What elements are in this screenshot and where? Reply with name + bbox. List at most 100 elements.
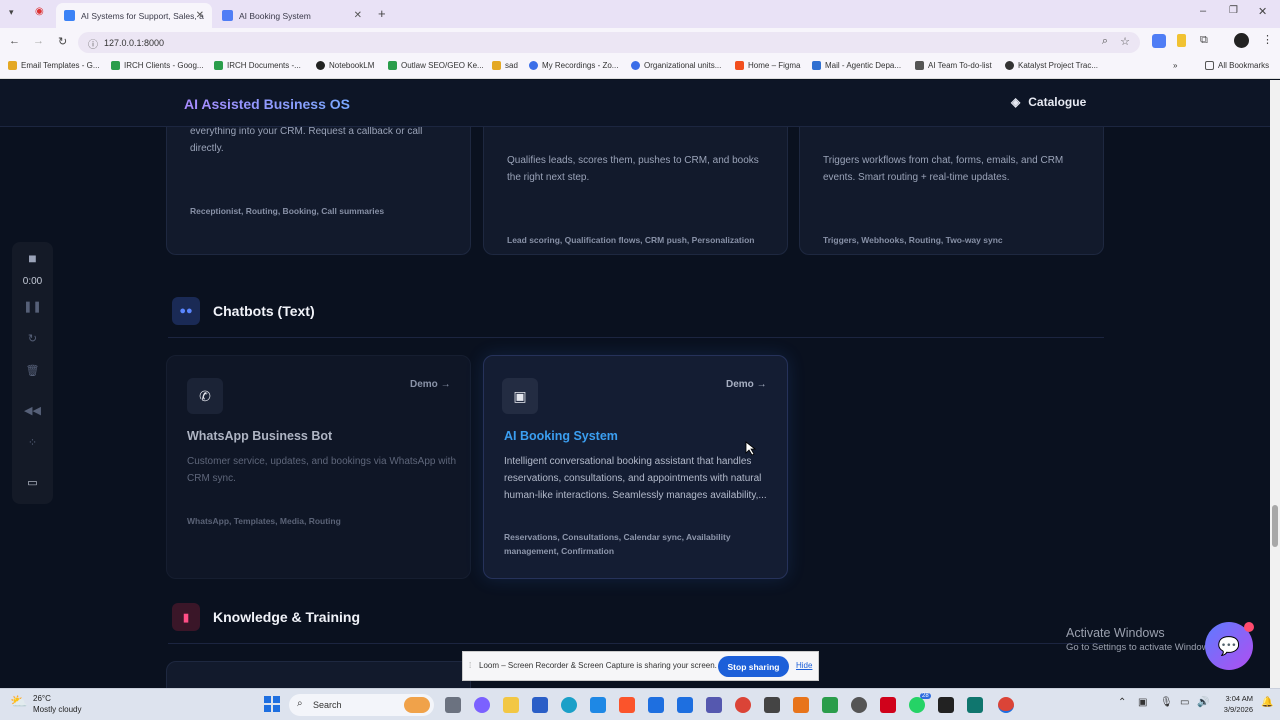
- bookmark-star-icon[interactable]: ☆: [1120, 35, 1130, 48]
- bookmark-item[interactable]: Outlaw SEO/GEO Ke...: [388, 61, 484, 70]
- bookmark-item[interactable]: IRCH Clients - Goog...: [111, 61, 204, 70]
- back-icon[interactable]: ←: [9, 35, 20, 47]
- store-icon[interactable]: [532, 697, 548, 713]
- grid-icon[interactable]: ⁘: [12, 436, 53, 449]
- volume-icon[interactable]: 🔊: [1197, 697, 1209, 708]
- scrollbar-thumb[interactable]: [1272, 505, 1278, 547]
- address-bar[interactable]: ⓘ 127.0.0.1:8000 ⌕ ☆: [78, 32, 1140, 53]
- bookmark-item[interactable]: sad: [492, 61, 518, 70]
- catalogue-link[interactable]: ◈ Catalogue: [1011, 95, 1086, 109]
- app-icon[interactable]: [851, 697, 867, 713]
- bookmark-item[interactable]: AI Team To-do-list: [915, 61, 992, 70]
- bookmarks-bar: Email Templates - G... IRCH Clients - Go…: [0, 56, 1280, 79]
- terminal-icon[interactable]: [967, 697, 983, 713]
- mouse-cursor: [745, 441, 757, 456]
- demo-link[interactable]: Demo →: [410, 379, 451, 390]
- drag-handle-icon[interactable]: ⁞: [469, 661, 471, 670]
- loom-extension-icon[interactable]: [1152, 34, 1166, 48]
- tab-ai-booking[interactable]: AI Booking System ✕: [214, 3, 370, 28]
- task-view-icon[interactable]: [445, 697, 461, 713]
- card-description: Qualifies leads, scores them, pushes to …: [507, 155, 759, 183]
- bookmark-item[interactable]: Home – Figma: [735, 61, 800, 70]
- google-icon: [631, 61, 640, 70]
- tab-strip: ▾ ◉ AI Systems for Support, Sales, a ✕ A…: [0, 0, 1280, 28]
- card-tags: Lead scoring, Qualification flows, CRM p…: [507, 235, 755, 245]
- app-icon[interactable]: [822, 697, 838, 713]
- restart-icon[interactable]: ↻: [12, 332, 53, 345]
- weather-desc[interactable]: Mostly cloudy: [33, 705, 81, 714]
- recording-timer: 0:00: [22, 276, 43, 287]
- copilot-icon[interactable]: [474, 697, 490, 713]
- extension-icon[interactable]: [1177, 34, 1186, 47]
- app-icon[interactable]: [793, 697, 809, 713]
- hide-link[interactable]: Hide: [796, 661, 812, 670]
- close-icon[interactable]: ✕: [196, 10, 204, 21]
- section-header-knowledge: ▮ Knowledge & Training: [172, 603, 360, 631]
- page-scrollbar[interactable]: [1270, 80, 1280, 688]
- snipping-tool-icon[interactable]: [764, 697, 780, 713]
- zoom-icon[interactable]: ⌕: [1102, 35, 1108, 48]
- chrome-active-icon[interactable]: [998, 697, 1014, 713]
- tab-search-icon[interactable]: ▾: [9, 7, 14, 18]
- app-icon[interactable]: [938, 697, 954, 713]
- network-icon[interactable]: ▭: [1180, 697, 1189, 708]
- forward-icon[interactable]: →: [33, 35, 44, 47]
- window-close-icon[interactable]: ✕: [1258, 5, 1267, 18]
- windows-start-icon[interactable]: [264, 696, 280, 712]
- file-explorer-icon[interactable]: [503, 697, 519, 713]
- taskbar-time[interactable]: 3:04 AM: [1219, 694, 1253, 703]
- taskbar-date[interactable]: 3/9/2026: [1213, 705, 1253, 714]
- notification-bell-icon[interactable]: 🔔: [1261, 697, 1273, 708]
- trash-icon[interactable]: 🗑: [12, 364, 53, 377]
- pause-icon[interactable]: ❚❚: [12, 300, 53, 313]
- stop-record-icon[interactable]: ■: [12, 250, 53, 266]
- tray-app-icon[interactable]: ▣: [1138, 697, 1147, 708]
- edge-icon[interactable]: [561, 697, 577, 713]
- whatsapp-bot-card[interactable]: ✆ Demo → WhatsApp Business Bot Customer …: [166, 355, 471, 579]
- chrome-icon[interactable]: [735, 697, 751, 713]
- app-icon[interactable]: [880, 697, 896, 713]
- microphone-icon[interactable]: 🎙: [1160, 697, 1173, 708]
- bookmark-item[interactable]: Mail - Agentic Depa...: [812, 61, 901, 70]
- whatsapp-icon: ✆: [187, 378, 223, 414]
- camera-icon[interactable]: ▭: [12, 476, 53, 489]
- minimize-icon[interactable]: –: [1200, 5, 1206, 17]
- more-menu-icon[interactable]: ⋮: [1262, 33, 1273, 46]
- taskbar-search[interactable]: ⌕ Search: [289, 694, 434, 716]
- list-icon: [915, 61, 924, 70]
- bookmark-item[interactable]: My Recordings - Zo...: [529, 61, 618, 70]
- rewind-icon[interactable]: ◀◀: [12, 404, 53, 417]
- bookmark-item[interactable]: IRCH Documents -...: [214, 61, 301, 70]
- new-tab-icon[interactable]: +: [378, 6, 386, 21]
- reload-icon[interactable]: ↻: [58, 35, 67, 48]
- demo-link[interactable]: Demo →: [726, 379, 767, 390]
- stop-sharing-button[interactable]: Stop sharing: [718, 656, 789, 677]
- bookmark-item[interactable]: Organizational units...: [631, 61, 721, 70]
- card-description: Intelligent conversational booking assis…: [504, 456, 767, 501]
- section-divider: [168, 643, 1104, 644]
- teams-icon[interactable]: [706, 697, 722, 713]
- maximize-icon[interactable]: ❐: [1229, 5, 1238, 16]
- app-icon[interactable]: [590, 697, 606, 713]
- brand-logo[interactable]: AI Assisted Business OS: [184, 96, 350, 112]
- site-info-icon[interactable]: ⓘ: [88, 36, 98, 51]
- arrow-right-icon: →: [440, 379, 451, 390]
- whatsapp-taskbar-icon[interactable]: [909, 697, 925, 713]
- all-bookmarks[interactable]: All Bookmarks: [1205, 61, 1269, 70]
- extensions-puzzle-icon[interactable]: ⧉: [1200, 34, 1208, 47]
- bookmark-item[interactable]: Email Templates - G...: [8, 61, 100, 70]
- ai-booking-card[interactable]: ▣ Demo → AI Booking System Intelligent c…: [483, 355, 788, 579]
- close-icon[interactable]: ✕: [354, 10, 362, 21]
- brave-icon[interactable]: [619, 697, 635, 713]
- notepad-icon[interactable]: [648, 697, 664, 713]
- tray-chevron-icon[interactable]: ⌃: [1118, 697, 1126, 708]
- tab-ai-systems[interactable]: AI Systems for Support, Sales, a ✕: [56, 3, 212, 28]
- bookmark-item[interactable]: NotebookLM: [316, 61, 374, 70]
- weather-icon[interactable]: ⛅: [10, 693, 27, 710]
- bookmark-item[interactable]: Katalyst Project Trac...: [1005, 61, 1098, 70]
- photos-icon[interactable]: [677, 697, 693, 713]
- profile-avatar[interactable]: [1234, 33, 1249, 48]
- knowledge-card[interactable]: [166, 661, 471, 688]
- weather-temp[interactable]: 26°C: [33, 694, 51, 703]
- more-bookmarks-icon[interactable]: »: [1173, 61, 1177, 70]
